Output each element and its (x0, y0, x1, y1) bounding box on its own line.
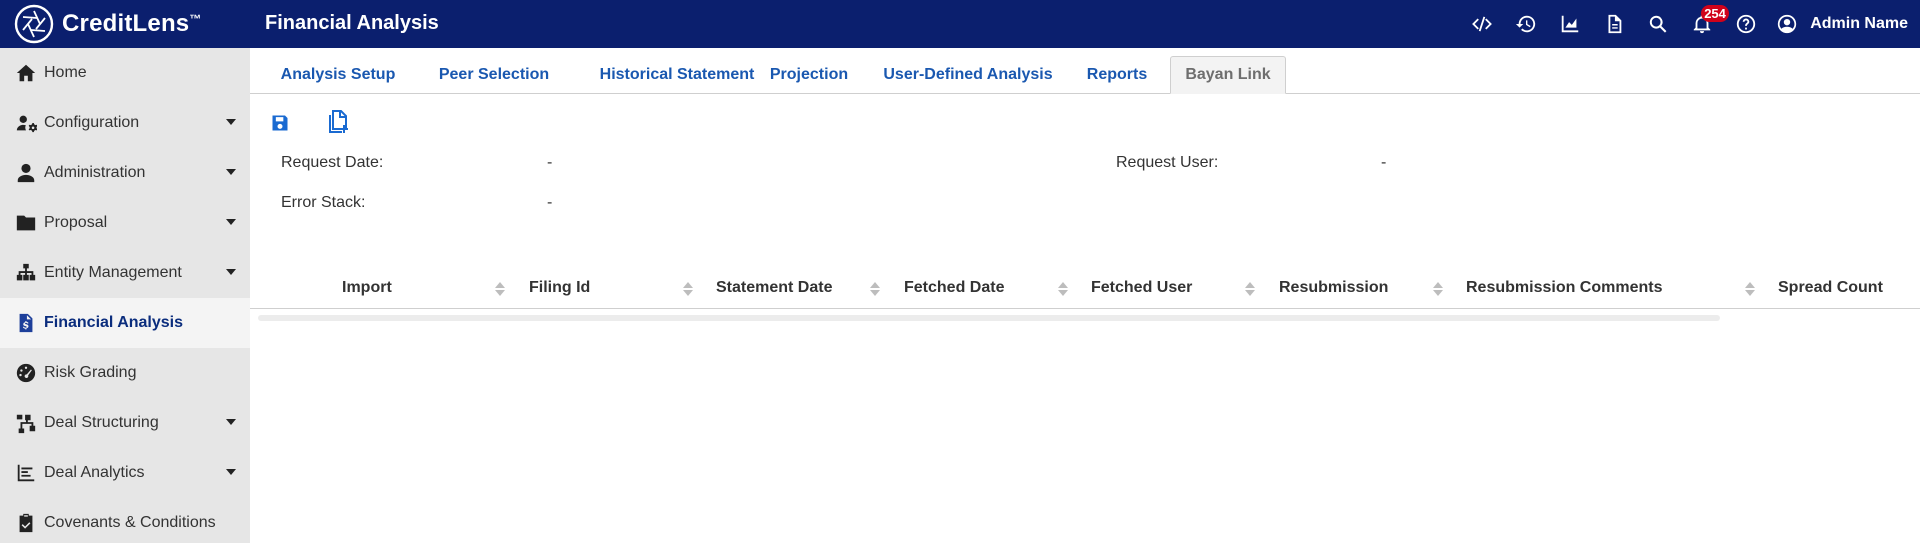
request-user-value: - (1381, 154, 1387, 171)
error-stack-value: - (547, 194, 553, 211)
trademark: ™ (189, 12, 202, 26)
sort-icon[interactable] (495, 282, 505, 296)
sidebar-item-covenants-conditions[interactable]: Covenants & Conditions (0, 498, 250, 548)
request-user-label: Request User: (1116, 154, 1219, 171)
column-header-filing-id[interactable]: Filing Id (529, 268, 590, 308)
diagram-icon (14, 411, 38, 435)
sidebar-item-deal-structuring[interactable]: Deal Structuring (0, 398, 250, 448)
clipboard-check-icon (14, 511, 38, 535)
sort-icon[interactable] (1245, 282, 1255, 296)
sort-icon[interactable] (870, 282, 880, 296)
sort-icon[interactable] (1745, 282, 1755, 296)
gauge-icon (14, 361, 38, 385)
main-content: Analysis Setup Peer Selection Historical… (250, 48, 1920, 543)
creditlens-logo-icon (14, 4, 54, 44)
copy-icon[interactable] (323, 106, 353, 136)
column-header-statement-date[interactable]: Statement Date (716, 268, 832, 308)
chevron-down-icon (226, 419, 236, 425)
tab-peer-selection[interactable]: Peer Selection (422, 56, 566, 94)
file-dollar-icon (14, 311, 38, 335)
horizontal-scrollbar[interactable] (258, 315, 1720, 321)
request-date-label: Request Date: (281, 154, 384, 171)
tab-projection[interactable]: Projection (760, 56, 858, 94)
tab-historical-statement[interactable]: Historical Statement (576, 56, 778, 94)
sidebar-item-label: Entity Management (44, 264, 182, 281)
sort-icon[interactable] (683, 282, 693, 296)
bell-icon[interactable]: 254 (1680, 0, 1729, 48)
grid-header: Import Filing Id Statement Date Fetched … (250, 268, 1920, 309)
history-icon[interactable] (1504, 0, 1548, 48)
tab-bar: Analysis Setup Peer Selection Historical… (250, 48, 1920, 94)
sort-icon[interactable] (1433, 282, 1443, 296)
user-gear-icon (14, 111, 38, 135)
chevron-down-icon (226, 169, 236, 175)
document-icon[interactable] (1592, 0, 1636, 48)
help-icon[interactable] (1724, 0, 1768, 48)
sidebar-item-label: Proposal (44, 214, 108, 231)
column-header-fetched-date[interactable]: Fetched Date (904, 268, 1004, 308)
sidebar-item-label: Financial Analysis (44, 314, 184, 331)
tab-analysis-setup[interactable]: Analysis Setup (270, 56, 406, 94)
user-menu[interactable]: Admin Name (1768, 0, 1920, 48)
brand-text: CreditLens (62, 10, 190, 37)
error-stack-label: Error Stack: (281, 194, 366, 211)
sidebar-item-configuration[interactable]: Configuration (0, 98, 250, 148)
code-icon[interactable] (1460, 0, 1504, 48)
home-icon (14, 61, 38, 85)
sidebar-item-label: Home (44, 64, 87, 81)
tab-reports[interactable]: Reports (1076, 56, 1158, 94)
column-header-spread-count[interactable]: Spread Count (1778, 268, 1883, 308)
sidebar-item-administration[interactable]: Administration (0, 148, 250, 198)
top-bar: CreditLens™ Financial Analysis 254 Admin… (0, 0, 1920, 48)
tab-user-defined-analysis[interactable]: User-Defined Analysis (876, 56, 1060, 94)
tab-bayan-link[interactable]: Bayan Link (1170, 56, 1286, 94)
sidebar-item-label: Deal Structuring (44, 414, 159, 431)
sidebar-item-label: Risk Grading (44, 364, 137, 381)
sidebar-item-label: Configuration (44, 114, 140, 131)
sidebar: Home Configuration Administration Propos… (0, 48, 250, 543)
user-name: Admin Name (1810, 15, 1908, 32)
sitemap-icon (14, 261, 38, 285)
request-date-value: - (547, 154, 553, 171)
column-header-fetched-user[interactable]: Fetched User (1091, 268, 1192, 308)
sidebar-item-risk-grading[interactable]: Risk Grading (0, 348, 250, 398)
sidebar-item-financial-analysis[interactable]: Financial Analysis (0, 298, 250, 348)
user-circle-icon (1778, 14, 1797, 34)
sidebar-item-deal-analytics[interactable]: Deal Analytics (0, 448, 250, 498)
top-icons: 254 Admin Name (1460, 0, 1920, 48)
bar-chart-icon (14, 461, 38, 485)
save-icon[interactable] (267, 110, 293, 136)
chart-area-icon[interactable] (1548, 0, 1592, 48)
sidebar-item-entity-management[interactable]: Entity Management (0, 248, 250, 298)
brand-name: CreditLens™ (62, 10, 202, 38)
sidebar-item-proposal[interactable]: Proposal (0, 198, 250, 248)
sidebar-item-label: Covenants & Conditions (44, 514, 216, 531)
chevron-down-icon (226, 119, 236, 125)
chevron-down-icon (226, 469, 236, 475)
column-header-import[interactable]: Import (342, 268, 392, 308)
page-title: Financial Analysis (265, 12, 439, 34)
user-icon (14, 161, 38, 185)
search-icon[interactable] (1636, 0, 1680, 48)
sort-icon[interactable] (1058, 282, 1068, 296)
sidebar-item-label: Administration (44, 164, 146, 181)
column-header-resubmission-comments[interactable]: Resubmission Comments (1466, 268, 1662, 308)
chevron-down-icon (226, 269, 236, 275)
sidebar-item-label: Deal Analytics (44, 464, 145, 481)
brand[interactable]: CreditLens™ (14, 4, 202, 44)
folder-icon (14, 211, 38, 235)
chevron-down-icon (226, 219, 236, 225)
sidebar-item-home[interactable]: Home (0, 48, 250, 98)
column-header-resubmission[interactable]: Resubmission (1279, 268, 1388, 308)
